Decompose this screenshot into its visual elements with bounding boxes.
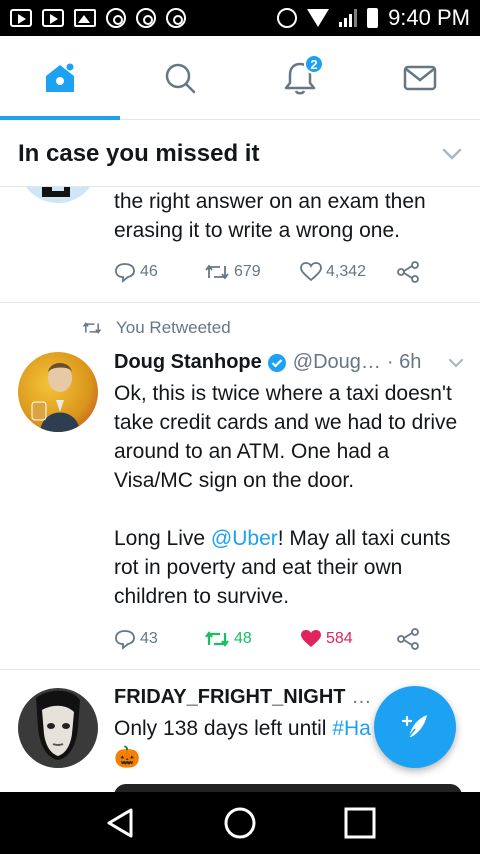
reply-count: 43: [140, 630, 158, 647]
tweet-text: Ok, this is twice where a taxi doesn't t…: [114, 379, 466, 611]
reply-count: 46: [140, 263, 158, 280]
reply-icon: [115, 263, 135, 283]
share-button[interactable]: [396, 261, 420, 283]
app-notification-icon: [106, 8, 126, 28]
share-icon: [397, 261, 419, 283]
tweet-card[interactable]: the right answer on an exam then erasing…: [0, 187, 480, 303]
reply-button[interactable]: 43: [114, 628, 204, 650]
section-header: In case you missed it: [0, 121, 480, 187]
heart-icon: [300, 262, 322, 282]
avatar[interactable]: [18, 352, 98, 432]
tweet-text-paragraph: Ok, this is twice where a taxi doesn't t…: [114, 382, 458, 492]
verified-badge-icon: [267, 353, 286, 372]
chevron-down-icon[interactable]: [442, 148, 462, 160]
retweet-icon: [205, 631, 229, 647]
retweet-icon: [205, 264, 229, 280]
author-name[interactable]: Doug Stanhope: [114, 351, 262, 374]
retweeted-label: You Retweeted: [116, 318, 231, 337]
tab-bar: 2: [0, 36, 480, 120]
youtube-notification-icon: [42, 9, 64, 27]
reply-button[interactable]: 46: [114, 261, 204, 283]
reply-icon: [115, 630, 135, 650]
emoji: 🎃: [114, 746, 141, 769]
tab-messages[interactable]: [360, 36, 480, 119]
retweet-button[interactable]: 679: [204, 262, 300, 282]
wifi-icon: [307, 9, 330, 27]
status-bar: 9:40 PM: [0, 0, 480, 36]
envelope-icon: [403, 65, 437, 90]
app-notification-icon: [166, 8, 186, 28]
retweet-icon: [82, 322, 102, 334]
retweet-count: 679: [234, 263, 261, 280]
tweet-card[interactable]: You Retweeted Doug Stanhope @Doug… · 6h …: [0, 303, 480, 670]
retweet-count: 48: [234, 630, 252, 647]
tab-notifications[interactable]: 2: [240, 36, 360, 119]
chevron-down-icon[interactable]: [448, 358, 464, 368]
tab-search[interactable]: [120, 36, 240, 119]
home-icon: [46, 63, 74, 92]
like-button[interactable]: 584: [300, 629, 396, 649]
mention-link[interactable]: @Uber: [211, 527, 278, 550]
media-preview[interactable]: [114, 784, 462, 792]
app-notification-icon: [136, 8, 156, 28]
battery-icon: [367, 8, 379, 28]
heart-icon: [301, 630, 321, 647]
home-button-icon[interactable]: [223, 806, 257, 840]
tweet-text: the right answer on an exam then erasing…: [114, 190, 426, 242]
hashtag-link[interactable]: #Ha: [332, 717, 371, 740]
notification-badge: 2: [304, 54, 324, 74]
tweet-time: · 6h: [386, 351, 422, 373]
share-icon: [397, 628, 419, 650]
compose-feather-icon: [401, 715, 427, 740]
signal-icon: [339, 9, 358, 27]
author-name[interactable]: FRIDAY_FRIGHT_NIGHT: [114, 686, 346, 709]
system-navigation-bar: [0, 792, 480, 854]
tweet-header: Doug Stanhope @Doug… · 6h: [114, 351, 464, 374]
youtube-notification-icon: [10, 9, 32, 27]
recent-apps-icon[interactable]: [343, 806, 377, 840]
avatar[interactable]: [18, 187, 98, 203]
search-icon: [165, 63, 196, 93]
like-count: 4,342: [326, 263, 367, 280]
back-icon[interactable]: [103, 806, 137, 840]
status-time: 9:40 PM: [388, 5, 470, 30]
tweet-actions: 46 679 4,342: [114, 261, 420, 283]
alarm-icon: [277, 8, 298, 28]
retweet-button[interactable]: 48: [204, 629, 300, 649]
like-count: 584: [326, 630, 353, 647]
like-button[interactable]: 4,342: [300, 262, 396, 282]
tab-home[interactable]: [0, 36, 120, 120]
name-truncation: …: [351, 686, 372, 708]
image-notification-icon: [74, 9, 96, 27]
author-handle[interactable]: @Doug…: [293, 351, 381, 374]
retweeted-indicator: You Retweeted: [82, 318, 231, 338]
share-button[interactable]: [396, 628, 420, 650]
section-title: In case you missed it: [18, 139, 260, 167]
tweet-actions: 43 48 584: [114, 628, 420, 650]
tweet-text-paragraph: Long Live @Uber! May all taxi cunts rot …: [114, 527, 451, 608]
avatar[interactable]: [18, 688, 98, 768]
compose-tweet-button[interactable]: [374, 686, 456, 768]
